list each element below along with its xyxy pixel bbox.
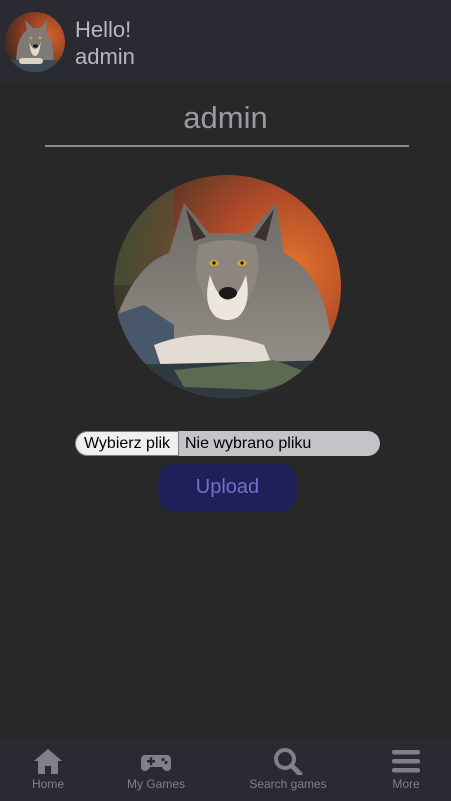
- profile-username: admin: [183, 100, 268, 135]
- user-avatar[interactable]: [5, 12, 65, 72]
- divider: [45, 145, 409, 147]
- nav-label-more: More: [392, 777, 420, 791]
- greeting: Hello! admin: [75, 16, 135, 70]
- file-status-text: Nie wybrano pliku: [185, 434, 312, 452]
- header-username: admin: [75, 44, 135, 69]
- nav-item-home[interactable]: Home: [22, 738, 74, 801]
- wolf-profile-image: [114, 175, 341, 398]
- profile-picture: [114, 175, 341, 398]
- greeting-text: Hello!: [75, 17, 132, 42]
- top-bar: Hello! admin: [0, 0, 451, 82]
- file-input[interactable]: Wybierz plik Nie wybrano pliku: [75, 431, 380, 456]
- nav-label-home: Home: [31, 777, 64, 791]
- wolf-avatar-image: [5, 12, 65, 72]
- gamepad-icon: [141, 755, 171, 771]
- nav-item-search-games[interactable]: Search games: [240, 738, 336, 801]
- nav-label-search-games: Search games: [249, 777, 327, 791]
- menu-icon: [392, 750, 420, 773]
- bottom-nav: Home My Games Search games More: [0, 738, 451, 801]
- choose-file-button[interactable]: Wybierz plik: [75, 431, 179, 456]
- nav-item-more[interactable]: More: [386, 738, 426, 801]
- search-icon: [274, 748, 303, 775]
- home-icon: [34, 749, 62, 774]
- nav-item-my-games[interactable]: My Games: [120, 738, 192, 801]
- upload-button[interactable]: Upload: [158, 464, 297, 511]
- nav-label-my-games: My Games: [126, 777, 185, 791]
